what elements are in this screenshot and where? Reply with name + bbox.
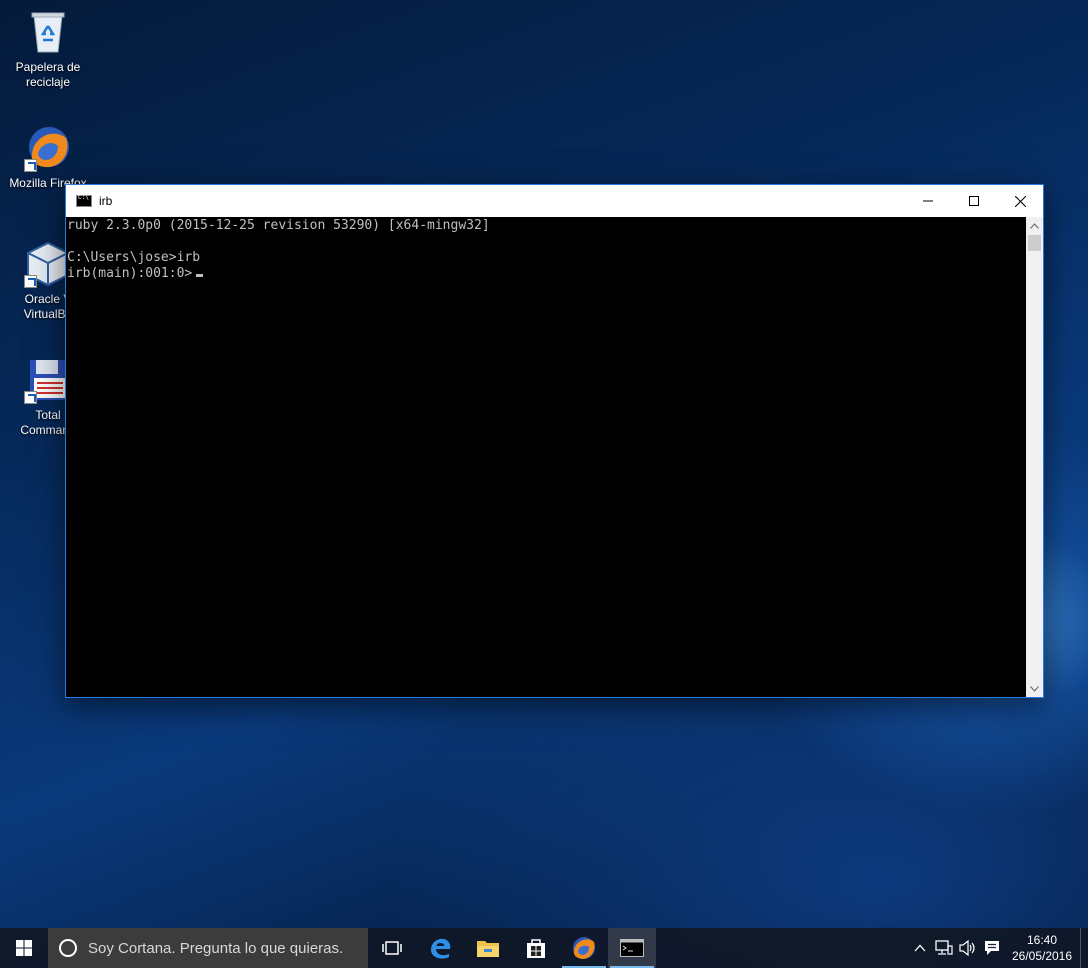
console-line: ruby 2.3.0p0 (2015-12-25 revision 53290)… [67,218,490,233]
console-prompt: irb(main):001:0> [67,266,193,281]
network-icon [935,940,953,955]
edge-button[interactable] [416,928,464,968]
task-view-icon [382,941,402,955]
edge-icon [431,938,451,959]
scroll-thumb[interactable] [1028,235,1041,251]
shortcut-arrow-icon [24,275,37,288]
network-button[interactable] [932,928,956,968]
firefox-taskbar-button[interactable] [560,928,608,968]
show-hidden-icons-button[interactable] [908,928,932,968]
close-icon [1014,195,1026,207]
desktop-icon-firefox[interactable]: Mozilla Firefox [0,124,96,191]
show-desktop-button[interactable] [1080,928,1088,968]
title-bar[interactable]: irb [66,185,1043,217]
desktop-icon-recycle-bin[interactable]: Papelera de reciclaje [0,8,96,90]
clock[interactable]: 16:40 26/05/2016 [1008,932,1076,964]
windows-logo-icon [16,940,32,956]
file-explorer-button[interactable] [464,928,512,968]
desktop-icon-label: reciclaje [25,75,70,89]
shortcut-arrow-icon [24,159,37,172]
scroll-up-button[interactable] [1026,217,1043,234]
console-icon [76,194,92,207]
console-icon [620,939,644,957]
speaker-icon [959,940,975,956]
window-title: irb [99,194,113,208]
firefox-icon [24,124,72,172]
notifications-icon [985,941,999,955]
system-tray: 16:40 26/05/2016 [908,928,1088,968]
chevron-down-icon [1030,685,1039,692]
maximize-button[interactable] [951,185,997,217]
close-button[interactable] [997,185,1043,217]
text-cursor [196,274,204,277]
minimize-button[interactable] [905,185,951,217]
desktop-icon-label: Total [35,408,61,422]
command-prompt-taskbar-button[interactable] [608,928,656,968]
store-icon [527,939,545,958]
scroll-down-button[interactable] [1026,680,1043,697]
task-view-button[interactable] [368,928,416,968]
folder-icon [477,941,499,957]
chevron-up-icon [914,944,926,952]
clock-date: 26/05/2016 [1011,949,1073,963]
shortcut-arrow-icon [24,391,37,404]
console-output[interactable]: ruby 2.3.0p0 (2015-12-25 revision 53290)… [66,217,1026,697]
volume-button[interactable] [956,928,980,968]
cortana-placeholder: Soy Cortana. Pregunta lo que quieras. [88,939,344,957]
recycle-bin-icon [24,8,72,56]
clock-time: 16:40 [1026,933,1058,947]
taskbar: Soy Cortana. Pregunta lo que quieras. 16… [0,928,1088,968]
vertical-scrollbar[interactable] [1026,217,1043,697]
maximize-icon [969,196,979,206]
console-line: C:\Users\jose>irb [67,250,201,265]
console-prompt-line: irb(main):001:0> [67,266,1026,282]
cortana-search-box[interactable]: Soy Cortana. Pregunta lo que quieras. [48,928,368,968]
action-center-button[interactable] [980,928,1004,968]
start-button[interactable] [0,928,48,968]
firefox-icon [573,937,595,959]
desktop-icon-label: Papelera de [15,60,81,74]
cortana-icon [59,939,77,957]
minimize-icon [923,200,933,202]
store-button[interactable] [512,928,560,968]
chevron-up-icon [1030,222,1039,229]
console-window[interactable]: irb ruby 2.3.0p0 (2015-12-25 revision 53… [65,184,1044,698]
